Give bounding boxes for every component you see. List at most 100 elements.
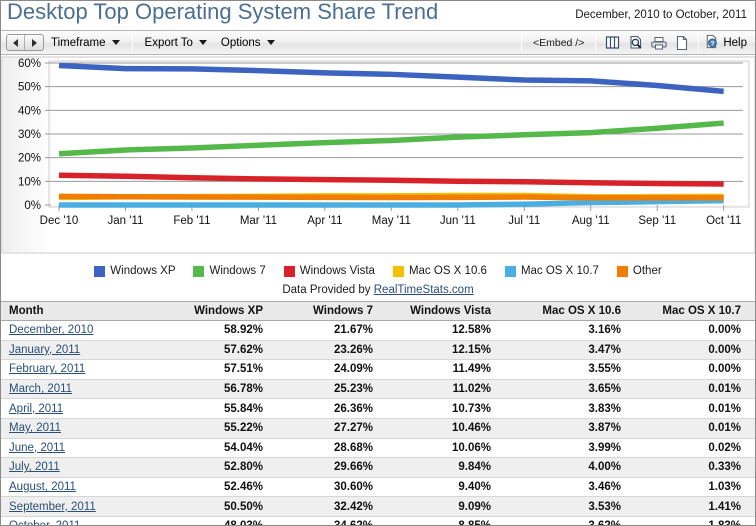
table-cell-value: 0.33%	[629, 457, 749, 478]
table-cell-value: 0.00%	[629, 320, 749, 341]
columns-icon[interactable]	[602, 33, 623, 52]
page-icon[interactable]	[671, 33, 692, 52]
timeframe-menu[interactable]: Timeframe	[44, 33, 127, 52]
embed-button[interactable]: <Embed />	[527, 37, 590, 49]
table-cell-value: 0.00%	[629, 340, 749, 361]
table-cell-value: 34.62%	[271, 516, 381, 525]
table-cell-value: 1.03%	[629, 477, 749, 498]
legend-item-label: Windows 7	[209, 265, 266, 277]
table-cell-value: 0.02%	[629, 438, 749, 459]
table-row: October, 2011 48.03%34.62%8.85%3.62%1.83%…	[1, 516, 755, 525]
legend-item-label: Windows XP	[110, 265, 176, 277]
chevron-down-icon	[111, 40, 120, 45]
table-cell-value: 3.55%	[499, 359, 629, 380]
trend-line-chart[interactable]: 0% 10% 20% 30% 40% 50% 60% Dec '10 Jan '11 Feb '…	[1, 55, 756, 259]
table-col-header-month[interactable]: Month	[1, 301, 153, 321]
table-row: May, 2011 55.22%27.27%10.46%3.87%0.01%3.1…	[1, 418, 755, 439]
table-cell-value: 3.36%	[749, 457, 755, 478]
table-cell-value: 0.01%	[629, 398, 749, 419]
table-cell-value: 3.49%	[749, 340, 755, 361]
legend-item-label: Other	[632, 265, 662, 277]
nav-next-button[interactable]	[25, 35, 43, 50]
svg-text:?: ?	[711, 40, 715, 47]
table-cell-value: 28.68%	[271, 438, 381, 459]
options-menu[interactable]: Options	[214, 33, 282, 52]
table-cell-value: 52.80%	[153, 457, 271, 478]
table-cell-value: 0.01%	[629, 379, 749, 400]
table-cell-value: 3.06%	[749, 496, 755, 517]
table-col-header-windows-7[interactable]: Windows 7	[271, 301, 381, 321]
table-cell-month: August, 2011	[1, 477, 153, 498]
chevron-down-icon	[198, 40, 207, 45]
table-cell-value: 9.40%	[381, 477, 499, 498]
chart-panel: 0% 10% 20% 30% 40% 50% 60% Dec '10 Jan '11 Feb '…	[1, 55, 755, 259]
series-line-other[interactable]	[58, 193, 724, 201]
month-link[interactable]: July, 2011	[9, 461, 60, 473]
table-cell-value: 3.20%	[749, 438, 755, 459]
table-col-header-windows-xp[interactable]: Windows XP	[153, 301, 271, 321]
legend-item[interactable]: Other	[616, 265, 662, 277]
nav-prev-button[interactable]	[7, 35, 25, 50]
table-cell-value: 12.58%	[381, 320, 499, 341]
table-cell-value: 3.65%	[499, 379, 629, 400]
legend-item[interactable]: Mac OS X 10.6	[392, 265, 487, 277]
x-tick-label: Jan '11	[108, 215, 144, 227]
legend-item[interactable]: Windows XP	[94, 265, 175, 277]
x-tick-label: Oct '11	[706, 215, 741, 227]
table-cell-value: 3.47%	[499, 340, 629, 361]
month-link[interactable]: March, 2011	[9, 383, 72, 395]
table-cell-value: 3.36%	[749, 359, 755, 380]
table-cell-value: 32.42%	[271, 496, 381, 517]
x-tick-label: Aug '11	[572, 215, 610, 227]
table-cell-month: September, 2011	[1, 496, 153, 517]
legend-swatch-icon	[283, 265, 295, 277]
toolbar-separator	[131, 34, 133, 51]
export-to-menu[interactable]: Export To	[138, 33, 214, 52]
table-cell-value: 3.99%	[499, 438, 629, 459]
month-link[interactable]: February, 2011	[9, 363, 85, 375]
table-row: September, 2011 50.50% 32.42% 9.09% 3.53% 1.4…	[1, 496, 755, 517]
x-tick-label: Apr '11	[307, 215, 342, 227]
nav-button-group	[6, 34, 44, 51]
legend-swatch-icon	[504, 265, 516, 277]
table-row: July, 2011 52.80%29.66%9.84%4.00%0.33%3.3…	[1, 457, 755, 478]
month-link[interactable]: June, 2011	[9, 442, 65, 454]
table-cell-month: April, 2011	[1, 398, 153, 419]
legend-item-label: Windows Vista	[299, 265, 375, 277]
realtimestats-link[interactable]: RealTimeStats.com	[374, 284, 474, 296]
month-link[interactable]: October, 2011	[9, 520, 80, 525]
table-col-header-windows-vista[interactable]: Windows Vista	[381, 301, 499, 321]
x-tick-label: Jun '11	[440, 215, 476, 227]
table-col-header-other[interactable]: Other	[749, 301, 755, 321]
toolbar: Timeframe Export To Options <Embed /> ? …	[1, 30, 755, 55]
y-tick-label: 50%	[18, 82, 41, 94]
month-link[interactable]: April, 2011	[9, 403, 63, 415]
month-link[interactable]: December, 2010	[9, 324, 93, 336]
help-button[interactable]: ? Help	[704, 34, 755, 52]
zoom-search-icon[interactable]	[625, 33, 646, 52]
table-cell-value: 21.67%	[271, 320, 381, 341]
table-col-header-macosx-106[interactable]: Mac OS X 10.6	[499, 301, 629, 321]
month-link[interactable]: September, 2011	[9, 501, 96, 513]
table-cell-value: 58.92%	[153, 320, 271, 341]
table-cell-value: 3.62%	[499, 516, 629, 525]
legend-item[interactable]: Windows 7	[193, 265, 266, 277]
table-cell-value: 3.31%	[749, 379, 755, 400]
month-link[interactable]: January, 2011	[9, 344, 80, 356]
print-icon[interactable]	[648, 33, 669, 52]
table-col-header-macosx-107[interactable]: Mac OS X 10.7	[629, 301, 749, 321]
page-title: Desktop Top Operating System Share Trend	[7, 0, 439, 24]
table-cell-value: 10.06%	[381, 438, 499, 459]
y-tick-label: 30%	[18, 129, 41, 141]
legend-item[interactable]: Windows Vista	[283, 265, 375, 277]
legend-item[interactable]: Mac OS X 10.7	[504, 265, 599, 277]
share-data-table: Month Windows XP Windows 7 Windows Vista…	[1, 301, 755, 525]
month-link[interactable]: May, 2011	[9, 422, 61, 434]
table-cell-value: 3.17%	[749, 418, 755, 439]
table-cell-value: 8.85%	[381, 516, 499, 525]
month-link[interactable]: August, 2011	[9, 481, 76, 493]
table-cell-value: 3.67%	[749, 320, 755, 341]
y-tick-label: 60%	[18, 58, 41, 70]
table-cell-value: 57.51%	[153, 359, 271, 380]
table-cell-value: 3.53%	[499, 496, 629, 517]
